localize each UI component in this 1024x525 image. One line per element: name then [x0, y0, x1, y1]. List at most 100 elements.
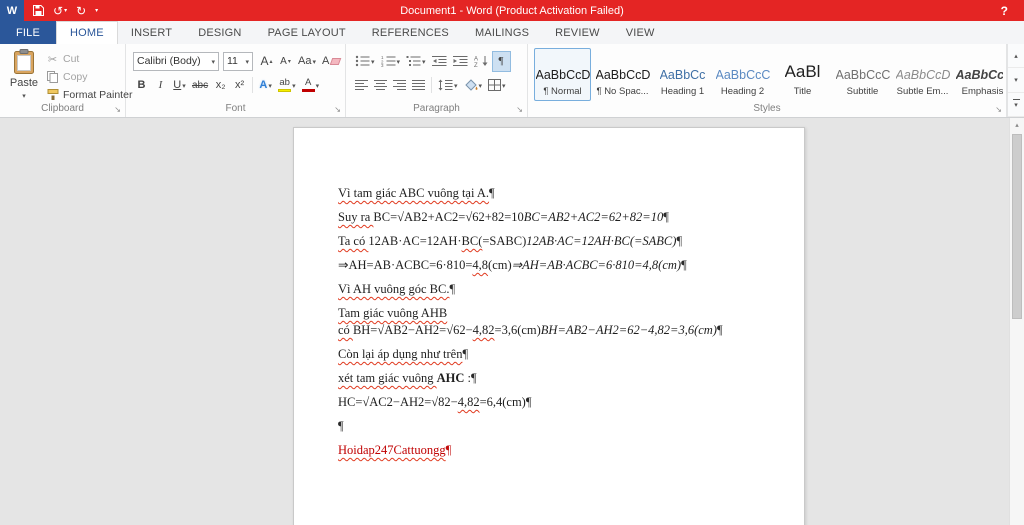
shrink-arrow-icon: ▾ [287, 58, 291, 65]
tab-references[interactable]: REFERENCES [359, 21, 462, 44]
increase-indent-button[interactable] [451, 52, 470, 71]
font-size-value: 11 [227, 55, 238, 67]
vertical-scrollbar[interactable]: ▴ [1009, 118, 1024, 525]
scrollbar-thumb[interactable] [1012, 134, 1022, 319]
document-area: Vì tam giác ABC vuông tại A.¶ Suy ra BC=√… [0, 118, 1024, 525]
numbering-caret-icon [397, 55, 401, 67]
decrease-indent-button[interactable] [430, 52, 449, 71]
style-heading-1[interactable]: AaBbCc Heading 1 [654, 48, 711, 101]
grow-font-button[interactable]: A ▴ [258, 52, 275, 71]
style-normal[interactable]: AaBbCcDc ¶ Normal [534, 48, 591, 101]
shading-caret-icon [479, 79, 483, 91]
style-name: Subtle Em... [896, 86, 949, 97]
multilevel-list-icon [406, 56, 421, 66]
strikethrough-button[interactable]: abc [190, 76, 210, 95]
scroll-up-arrow-icon[interactable]: ▴ [1010, 118, 1024, 132]
window-title: Document1 - Word (Product Activation Fai… [400, 4, 624, 17]
show-hide-formatting-button[interactable]: ¶ [491, 50, 511, 72]
tab-file[interactable]: FILE [0, 21, 57, 44]
pilcrow-mark: ¶ [449, 282, 456, 296]
tab-design[interactable]: DESIGN [185, 21, 254, 44]
text-highlight-button[interactable]: ab [276, 76, 298, 95]
tab-review[interactable]: REVIEW [542, 21, 613, 44]
doc-line: HC=√AC2−AH2=√82−4,82=6,4(cm)¶ [338, 395, 532, 409]
sort-button[interactable]: AZ [472, 52, 491, 71]
borders-button[interactable] [486, 76, 508, 95]
font-color-caret-icon [316, 79, 320, 91]
tab-page-layout[interactable]: PAGE LAYOUT [255, 21, 359, 44]
style-no-spac[interactable]: AaBbCcDc ¶ No Spac... [594, 48, 651, 101]
word-app-icon[interactable]: W [0, 0, 24, 21]
cut-icon: ✂ [47, 53, 58, 66]
save-button[interactable] [33, 5, 44, 16]
styles-scroll-up-button[interactable]: ▴ [1008, 44, 1024, 69]
clipboard-dialog-launcher-icon[interactable]: ↘ [114, 106, 121, 114]
tab-mailings[interactable]: MAILINGS [462, 21, 542, 44]
borders-grid-icon [488, 79, 502, 91]
style-subtle-em[interactable]: AaBbCcDt Subtle Em... [894, 48, 951, 101]
justify-button[interactable] [410, 76, 427, 95]
align-right-button[interactable] [391, 76, 408, 95]
paragraph-group-label: Paragraph [413, 103, 460, 114]
paste-button[interactable]: Paste [4, 49, 44, 111]
underline-caret-icon [182, 79, 186, 91]
superscript-button[interactable]: x² [231, 76, 248, 95]
multilevel-list-button[interactable] [404, 52, 428, 71]
styles-scroll-down-button[interactable]: ▾ [1008, 68, 1024, 93]
tab-row: FILE HOME INSERT DESIGN PAGE LAYOUT REFERENCE… [0, 21, 1024, 44]
styles-dialog-launcher-icon[interactable]: ↘ [995, 106, 1002, 114]
cut-button[interactable]: ✂ Cut [46, 52, 132, 66]
customize-qat-button[interactable]: ▾ [95, 8, 98, 14]
chevron-down-icon: ▾ [1014, 102, 1018, 110]
align-left-icon [355, 80, 368, 90]
pilcrow-mark: ¶ [489, 186, 495, 200]
redo-icon: ↻ [76, 3, 87, 18]
align-left-button[interactable] [353, 76, 370, 95]
bullets-caret-icon [371, 55, 375, 67]
font-size-combo[interactable]: 11 [223, 51, 253, 71]
grow-arrow-icon: ▴ [269, 58, 273, 65]
redo-button[interactable]: ↻ [76, 5, 86, 17]
document-page[interactable]: Vì tam giác ABC vuông tại A.¶ Suy ra BC=√… [293, 127, 805, 525]
font-dialog-launcher-icon[interactable]: ↘ [334, 106, 341, 114]
format-painter-button[interactable]: Format Painter [46, 88, 132, 102]
ribbon: Paste ✂ Cut Copy Forma [0, 44, 1024, 118]
style-sample: AaBbCcDt [895, 68, 950, 82]
copy-label: Copy [63, 71, 88, 83]
document-text[interactable]: Vì tam giác ABC vuông tại A.¶ Suy ra BC=√… [294, 128, 804, 459]
font-name-combo[interactable]: Calibri (Body) [133, 51, 219, 71]
tab-insert[interactable]: INSERT [118, 21, 185, 44]
italic-button[interactable]: I [152, 76, 169, 95]
bold-icon: B [137, 79, 146, 91]
bullets-button[interactable] [353, 52, 377, 71]
shading-button[interactable] [462, 76, 485, 95]
style-sample: AaBbCcC [835, 68, 890, 82]
style-title[interactable]: AaBl Title [774, 48, 831, 101]
undo-button[interactable]: ↺ ▾ [53, 5, 67, 17]
font-color-button[interactable]: A [300, 76, 322, 95]
underline-button[interactable]: U [171, 76, 188, 95]
text-effects-button[interactable]: A [257, 76, 274, 95]
font-group: Calibri (Body) 11 A▴ A▾ Aa A B I U abc x… [126, 44, 346, 117]
subscript-button[interactable]: x₂ [212, 76, 229, 95]
line-spacing-button[interactable] [436, 76, 460, 95]
style-subtitle[interactable]: AaBbCcC Subtitle [834, 48, 891, 101]
tab-view[interactable]: VIEW [613, 21, 668, 44]
style-heading-2[interactable]: AaBbCcC Heading 2 [714, 48, 771, 101]
style-emphasis[interactable]: AaBbCcDt Emphasis [954, 48, 1004, 101]
help-button[interactable]: ? [1001, 0, 1008, 21]
strikethrough-icon: abc [192, 79, 209, 91]
bold-button[interactable]: B [133, 76, 150, 95]
sort-az-icon: AZ [474, 56, 488, 67]
tab-home[interactable]: HOME [56, 21, 118, 44]
shrink-font-button[interactable]: A ▾ [277, 52, 294, 71]
change-case-button[interactable]: Aa [296, 52, 318, 71]
styles-more-button[interactable]: ▾ [1008, 93, 1024, 117]
align-center-button[interactable] [372, 76, 389, 95]
clear-formatting-button[interactable]: A [320, 52, 342, 71]
pilcrow-mark: ¶ [462, 347, 469, 361]
copy-button[interactable]: Copy [46, 70, 132, 84]
paragraph-dialog-launcher-icon[interactable]: ↘ [516, 106, 523, 114]
styles-gallery: AaBbCcDc¶ NormalAaBbCcDc¶ No Spac...AaBb… [534, 48, 1003, 101]
numbering-button[interactable]: 123 [379, 52, 403, 71]
